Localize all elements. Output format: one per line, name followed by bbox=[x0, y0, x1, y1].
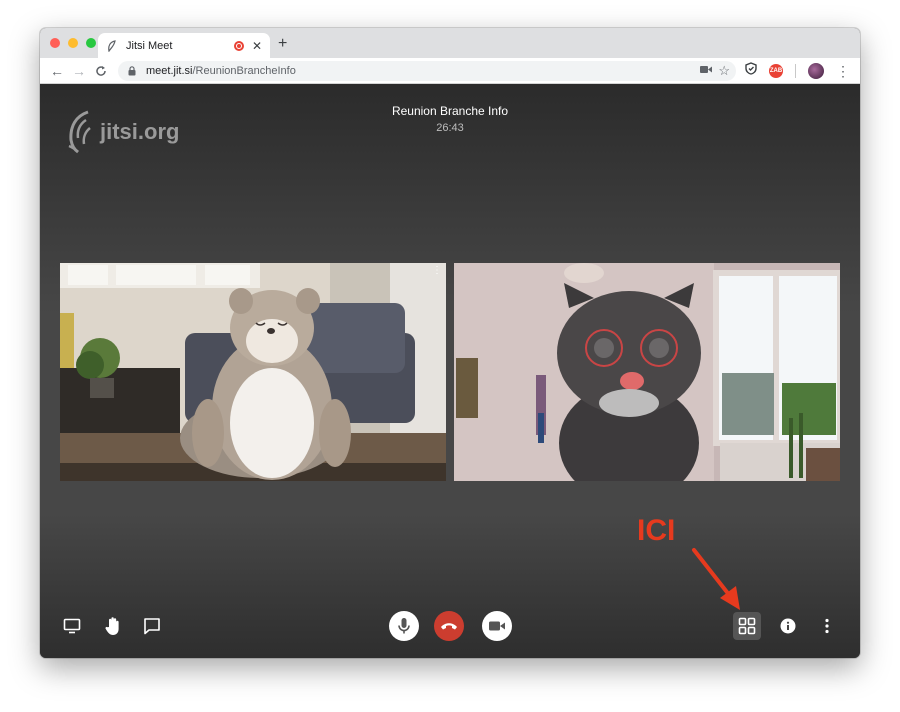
screen-share-button[interactable] bbox=[58, 612, 86, 640]
microphone-icon bbox=[398, 618, 410, 634]
hangup-button[interactable] bbox=[434, 611, 464, 641]
tab-title: Jitsi Meet bbox=[126, 39, 173, 52]
lock-icon bbox=[126, 65, 138, 77]
participant-1-video bbox=[60, 263, 446, 481]
browser-tab[interactable]: Jitsi Meet ✕ bbox=[98, 33, 270, 58]
profile-avatar[interactable] bbox=[808, 63, 824, 79]
back-icon[interactable]: ← bbox=[48, 62, 66, 80]
extension-badge-icon[interactable]: ZAB bbox=[769, 64, 783, 78]
reload-icon[interactable] bbox=[92, 62, 110, 80]
raise-hand-button[interactable] bbox=[99, 612, 127, 640]
camera-button[interactable] bbox=[482, 611, 512, 641]
camera-icon bbox=[489, 621, 505, 631]
browser-toolbar: ← → meet.jit.si/ReunionBrancheInfo ☆ ZAB bbox=[40, 58, 860, 84]
tab-strip: Jitsi Meet ✕ + bbox=[40, 28, 860, 58]
toolbar-separator bbox=[795, 64, 796, 78]
tile-menu-icon[interactable]: ⋮ bbox=[432, 266, 442, 276]
raise-hand-icon bbox=[105, 617, 119, 635]
address-bar[interactable]: meet.jit.si/ReunionBrancheInfo ☆ bbox=[118, 61, 736, 81]
zoom-window-button[interactable] bbox=[86, 38, 96, 48]
participant-2-video bbox=[454, 263, 840, 481]
window-controls bbox=[50, 38, 96, 48]
info-button[interactable] bbox=[774, 612, 802, 640]
tile-view-icon bbox=[738, 617, 756, 635]
video-tile-participant-1[interactable]: ⋮ bbox=[60, 263, 446, 481]
close-window-button[interactable] bbox=[50, 38, 60, 48]
meeting-timer: 26:43 bbox=[436, 122, 464, 134]
info-icon bbox=[780, 618, 796, 634]
recording-indicator-icon bbox=[233, 40, 244, 51]
jitsi-favicon-icon bbox=[106, 39, 118, 52]
url-host: meet.jit.si bbox=[146, 65, 193, 77]
meeting-area: jitsi.org Reunion Branche Info 26:43 ⋮ I… bbox=[40, 84, 860, 658]
browser-window: Jitsi Meet ✕ + ← → meet.jit.si/ReunionBr… bbox=[40, 28, 860, 658]
close-tab-icon[interactable]: ✕ bbox=[252, 39, 262, 53]
more-options-button[interactable] bbox=[813, 612, 841, 640]
chat-button[interactable] bbox=[138, 612, 166, 640]
hangup-icon bbox=[441, 623, 457, 630]
camera-permission-icon[interactable] bbox=[700, 65, 713, 77]
shield-extension-icon[interactable] bbox=[745, 62, 757, 80]
screen-share-icon bbox=[63, 618, 81, 634]
more-options-icon bbox=[825, 618, 829, 634]
new-tab-icon[interactable]: + bbox=[278, 35, 287, 53]
omnibox-icons: ☆ bbox=[700, 61, 736, 81]
chat-icon bbox=[144, 618, 160, 635]
annotation-label: ICI bbox=[637, 514, 676, 547]
meeting-title: Reunion Branche Info bbox=[391, 104, 509, 118]
tile-view-button[interactable] bbox=[733, 612, 761, 640]
bookmark-star-icon[interactable]: ☆ bbox=[718, 63, 730, 79]
browser-menu-icon[interactable]: ⋮ bbox=[836, 64, 850, 78]
url-path: /ReunionBrancheInfo bbox=[192, 65, 296, 77]
minimize-window-button[interactable] bbox=[68, 38, 78, 48]
forward-icon[interactable]: → bbox=[70, 62, 88, 80]
video-tile-participant-2[interactable] bbox=[454, 263, 840, 481]
extensions-area: ZAB ⋮ bbox=[745, 62, 850, 80]
microphone-button[interactable] bbox=[389, 611, 419, 641]
